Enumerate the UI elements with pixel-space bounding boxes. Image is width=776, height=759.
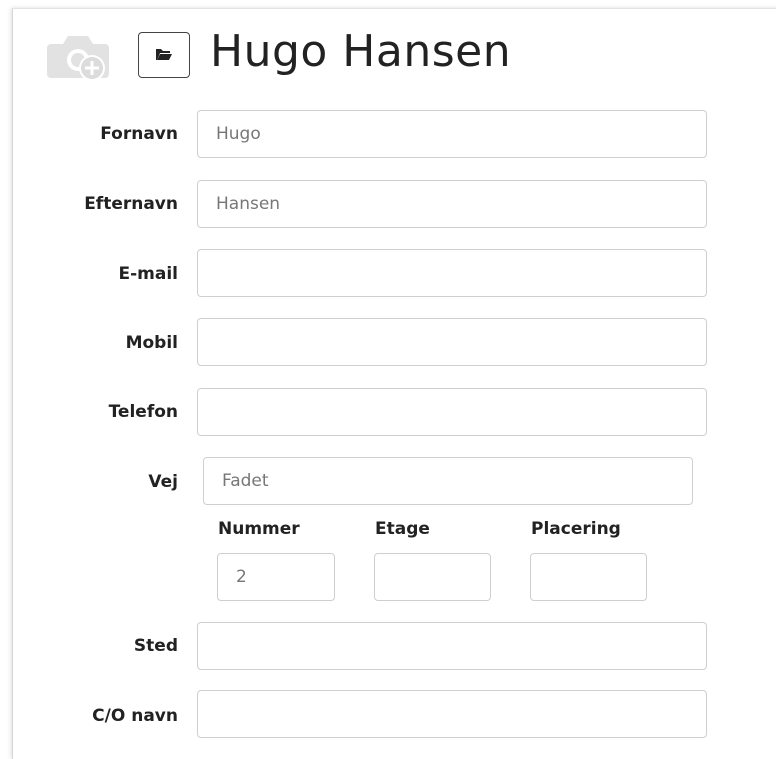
etage-label: Etage — [375, 519, 430, 539]
sted-label: Sted — [133, 636, 178, 656]
efternavn-label: Efternavn — [84, 194, 178, 214]
vej-input[interactable] — [203, 457, 693, 505]
fornavn-input[interactable] — [197, 110, 707, 158]
placering-label: Placering — [531, 519, 621, 539]
nummer-input[interactable] — [217, 553, 335, 601]
co-navn-label: C/O navn — [92, 706, 178, 726]
mobil-label: Mobil — [125, 333, 178, 353]
page-title: Hugo Hansen — [210, 26, 512, 77]
etage-input[interactable] — [374, 553, 491, 601]
fornavn-label: Fornavn — [100, 124, 178, 144]
camera-add-icon[interactable] — [45, 30, 111, 82]
co-navn-input[interactable] — [197, 690, 707, 738]
vej-label: Vej — [148, 472, 178, 492]
email-label: E-mail — [118, 264, 178, 284]
email-input[interactable] — [197, 249, 707, 297]
efternavn-input[interactable] — [197, 180, 707, 228]
telefon-input[interactable] — [197, 388, 707, 436]
telefon-label: Telefon — [108, 402, 178, 422]
mobil-input[interactable] — [197, 318, 707, 366]
sted-input[interactable] — [197, 622, 707, 670]
folder-open-icon — [155, 46, 173, 65]
placering-input[interactable] — [530, 553, 647, 601]
open-folder-button[interactable] — [138, 32, 190, 78]
nummer-label: Nummer — [218, 519, 300, 539]
